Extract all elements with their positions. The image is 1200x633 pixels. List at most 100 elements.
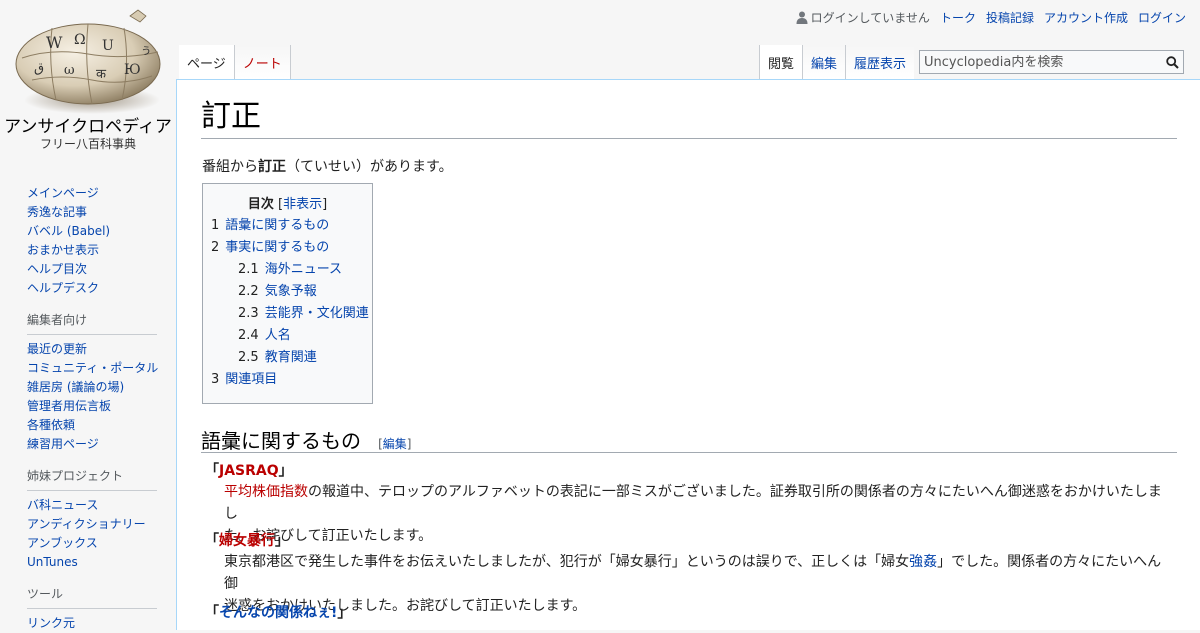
toc-text: 芸能界・文化関連: [264, 306, 369, 321]
toc-number: 2.4: [238, 328, 259, 343]
entry-term-link[interactable]: 婦女暴行: [219, 533, 275, 549]
entry-description: 平均株価指数の報道中、テロップのアルファベットの表記に一部ミスがございました。証…: [224, 481, 1174, 547]
sidebar-item-main-page[interactable]: メインページ: [27, 184, 157, 203]
quote-open: 「: [205, 533, 219, 549]
entry-term-link[interactable]: そんなの関係ねぇ!: [219, 605, 337, 621]
toc-title: 目次: [247, 197, 274, 212]
sidebar-item-undictionary[interactable]: アンディクショナリー: [27, 515, 157, 534]
toc-toggle: [非表示]: [278, 197, 327, 212]
sidebar-item-sandbox[interactable]: 練習用ページ: [27, 435, 157, 454]
toc-header: 目次 [非表示]: [203, 193, 372, 215]
toc-item[interactable]: 2.1 海外ニュース: [203, 259, 372, 281]
toc-number: 1: [211, 218, 220, 233]
toc-item[interactable]: 2.4 人名: [203, 325, 372, 347]
toc-item[interactable]: 2 事実に関するもの: [203, 237, 372, 259]
svg-text:Ω: Ω: [74, 32, 86, 48]
sidebar-item-admin-board[interactable]: 管理者用伝言板: [27, 397, 157, 416]
entry-term: 「婦女暴行」: [205, 530, 289, 550]
tab-history[interactable]: 履歴表示: [846, 45, 915, 79]
toc-number: 2.2: [238, 284, 259, 299]
toc-number: 2: [211, 240, 220, 255]
article-content: 訂正 番組から訂正（ていせい）があります。 目次 [非表示] 1 語彙に関するもの…: [176, 79, 1200, 630]
section-edit: [編集]: [378, 437, 411, 451]
quote-open: 「: [205, 605, 219, 621]
toc-number: 2.3: [238, 306, 259, 321]
toc-item[interactable]: 1 語彙に関するもの: [203, 215, 372, 237]
site-title: アンサイクロペディア: [4, 117, 172, 137]
toc-text: 事実に関するもの: [225, 240, 330, 255]
svg-text:ω: ω: [64, 63, 75, 78]
sidebar-item-babel[interactable]: バベル (Babel): [27, 222, 157, 241]
tab-note[interactable]: ノート: [234, 45, 291, 79]
toc-item[interactable]: 2.2 気象予報: [203, 281, 372, 303]
inline-link[interactable]: 平均株価指数: [224, 484, 308, 500]
svg-text:क: क: [96, 67, 107, 82]
sidebar-tools: ツール リンク元: [27, 584, 157, 633]
sidebar-item-featured[interactable]: 秀逸な記事: [27, 203, 157, 222]
toc-text: 海外ニュース: [264, 262, 343, 277]
sidebar-item-help-contents[interactable]: ヘルプ目次: [27, 260, 157, 279]
user-icon: [796, 11, 808, 24]
search-input[interactable]: [920, 54, 1161, 70]
sidebar-item-unnews[interactable]: バ科ニュース: [27, 496, 157, 515]
section-heading-text: 語彙に関するもの: [201, 429, 361, 453]
search-icon: [1165, 55, 1179, 69]
create-account-link[interactable]: アカウント作成: [1044, 9, 1128, 26]
sidebar-item-recent-changes[interactable]: 最近の更新: [27, 340, 157, 359]
toc-hide-link[interactable]: 非表示: [283, 197, 322, 212]
toc-item[interactable]: 2.3 芸能界・文化関連: [203, 303, 372, 325]
sidebar: メインページ 秀逸な記事 バベル (Babel) おまかせ表示 ヘルプ目次 ヘル…: [0, 184, 176, 633]
sidebar-item-random[interactable]: おまかせ表示: [27, 241, 157, 260]
sidebar-item-community-portal[interactable]: コミュニティ・ポータル: [27, 359, 158, 378]
svg-text:ぅ: ぅ: [140, 43, 152, 57]
entry-line: 平均株価指数の報道中、テロップのアルファベットの表記に一部ミスがございました。証…: [224, 481, 1174, 525]
entry-term-link[interactable]: JASRAQ: [219, 463, 279, 479]
sidebar-item-requests[interactable]: 各種依頼: [27, 416, 157, 435]
toc-list: 1 語彙に関するもの 2 事実に関するもの 2.1 海外ニュース 2.2 気象予報 2.…: [203, 215, 372, 391]
toc-number: 2.5: [238, 350, 259, 365]
quote-close: 」: [337, 605, 352, 621]
login-link[interactable]: ログイン: [1138, 9, 1186, 26]
sidebar-heading-sister: 姉妹プロジェクト: [27, 466, 157, 491]
toc-item[interactable]: 3 関連項目: [203, 369, 372, 391]
toc-text: 気象予報: [264, 284, 317, 299]
svg-text:ق: ق: [34, 61, 44, 76]
toc-toggle-bracket-close: ]: [322, 197, 328, 212]
toc-text: 関連項目: [225, 372, 278, 387]
quote-close: 」: [275, 533, 289, 549]
search-button[interactable]: [1161, 51, 1183, 73]
entry-text: の報道中、テロップのアルファベットの表記に一部ミスがございました。証券取引所の関…: [224, 484, 1162, 522]
tab-page[interactable]: ページ: [179, 45, 235, 79]
quote-open: 「: [205, 463, 219, 479]
view-tabs: 閲覧 編集 履歴表示: [759, 44, 915, 79]
intro-paragraph: 番組から訂正（ていせい）があります。: [202, 156, 453, 176]
entry-term: 「そんなの関係ねぇ!」: [205, 602, 351, 622]
namespace-tabs: ページ ノート: [178, 44, 291, 79]
inline-link[interactable]: 強姦: [909, 554, 937, 570]
entry-text: 東京都港区で発生した事件をお伝えいたしましたが、犯行が「婦女暴行」というのは誤り…: [224, 554, 910, 570]
sidebar-item-help-desk[interactable]: ヘルプデスク: [27, 279, 157, 298]
tab-read[interactable]: 閲覧: [759, 45, 804, 79]
tab-edit[interactable]: 編集: [803, 45, 847, 79]
not-logged-in-text: ログインしていません: [810, 11, 930, 25]
table-of-contents: 目次 [非表示] 1 語彙に関するもの 2 事実に関するもの 2.1 海外ニュース 2…: [202, 183, 373, 404]
contributions-link[interactable]: 投稿記録: [986, 9, 1034, 26]
toc-text: 語彙に関するもの: [225, 218, 330, 233]
toc-number: 2.1: [238, 262, 259, 277]
svg-text:W: W: [46, 33, 63, 52]
entry-term: 「JASRAQ」: [205, 460, 293, 480]
sidebar-item-unbooks[interactable]: アンブックス: [27, 534, 157, 553]
talk-link[interactable]: トーク: [940, 9, 976, 26]
puzzle-globe-logo: W Ω U ق ω क Ю ぅ: [12, 8, 164, 116]
site-subtitle: フリー八百科事典: [39, 137, 136, 151]
sidebar-navigation: メインページ 秀逸な記事 バベル (Babel) おまかせ表示 ヘルプ目次 ヘル…: [27, 184, 157, 298]
toc-number: 3: [211, 372, 220, 387]
sidebar-item-what-links-here[interactable]: リンク元: [27, 614, 157, 633]
site-logo[interactable]: W Ω U ق ω क Ю ぅ アンサイクロペディア フリー八百科事典: [0, 0, 176, 160]
sidebar-item-village-pump[interactable]: 雑居房 (議論の場): [27, 378, 157, 397]
search-box: [919, 50, 1184, 74]
entry-line: 東京都港区で発生した事件をお伝えいたしましたが、犯行が「婦女暴行」というのは誤り…: [224, 551, 1174, 595]
toc-item[interactable]: 2.5 教育関連: [203, 347, 372, 369]
sidebar-item-untunes[interactable]: UnTunes: [27, 553, 157, 572]
section-edit-link[interactable]: 編集: [383, 437, 407, 451]
